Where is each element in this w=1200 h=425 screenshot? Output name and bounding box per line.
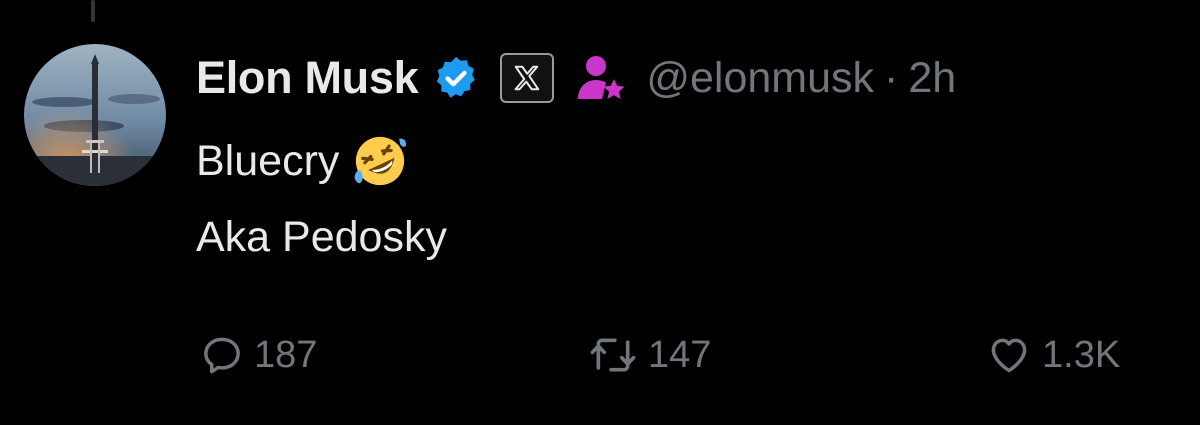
retweet-icon bbox=[590, 338, 636, 372]
tweet-timestamp[interactable]: 2h bbox=[908, 54, 956, 103]
rolling-laughing-emoji-icon bbox=[351, 132, 409, 190]
tweet-header: Elon Musk @elonmusk · 2h bbox=[196, 48, 956, 108]
user-star-icon bbox=[576, 53, 628, 103]
tweet-text: Bluecry Aka Pedosky bbox=[196, 135, 447, 263]
retweet-button[interactable]: 147 bbox=[588, 330, 711, 380]
tweet-line-2: Aka Pedosky bbox=[196, 211, 447, 263]
author-handle[interactable]: @elonmusk bbox=[646, 54, 874, 103]
x-affiliation-icon[interactable] bbox=[500, 53, 555, 103]
verified-badge-icon[interactable] bbox=[432, 54, 480, 102]
retweet-count: 147 bbox=[648, 333, 712, 376]
tweet-text-line: Bluecry bbox=[196, 137, 340, 185]
like-button[interactable]: 1.3K bbox=[986, 330, 1120, 380]
reply-count: 187 bbox=[254, 333, 318, 376]
reply-button[interactable]: 187 bbox=[200, 330, 317, 380]
heart-icon bbox=[991, 338, 1027, 373]
avatar[interactable] bbox=[24, 44, 166, 186]
like-count: 1.3K bbox=[1042, 333, 1121, 376]
thread-line bbox=[91, 0, 95, 22]
reply-icon bbox=[204, 337, 240, 374]
tweet-line-1: Bluecry bbox=[196, 135, 447, 187]
author-name[interactable]: Elon Musk bbox=[196, 52, 419, 104]
separator-dot: · bbox=[884, 53, 899, 102]
tweet-text-line: Aka Pedosky bbox=[196, 213, 447, 261]
tweet-actions: 187 147 1.3K bbox=[0, 330, 1200, 380]
tweet-card[interactable]: Elon Musk @elonmusk · 2h Bluecry Aka Ped… bbox=[0, 0, 1200, 425]
